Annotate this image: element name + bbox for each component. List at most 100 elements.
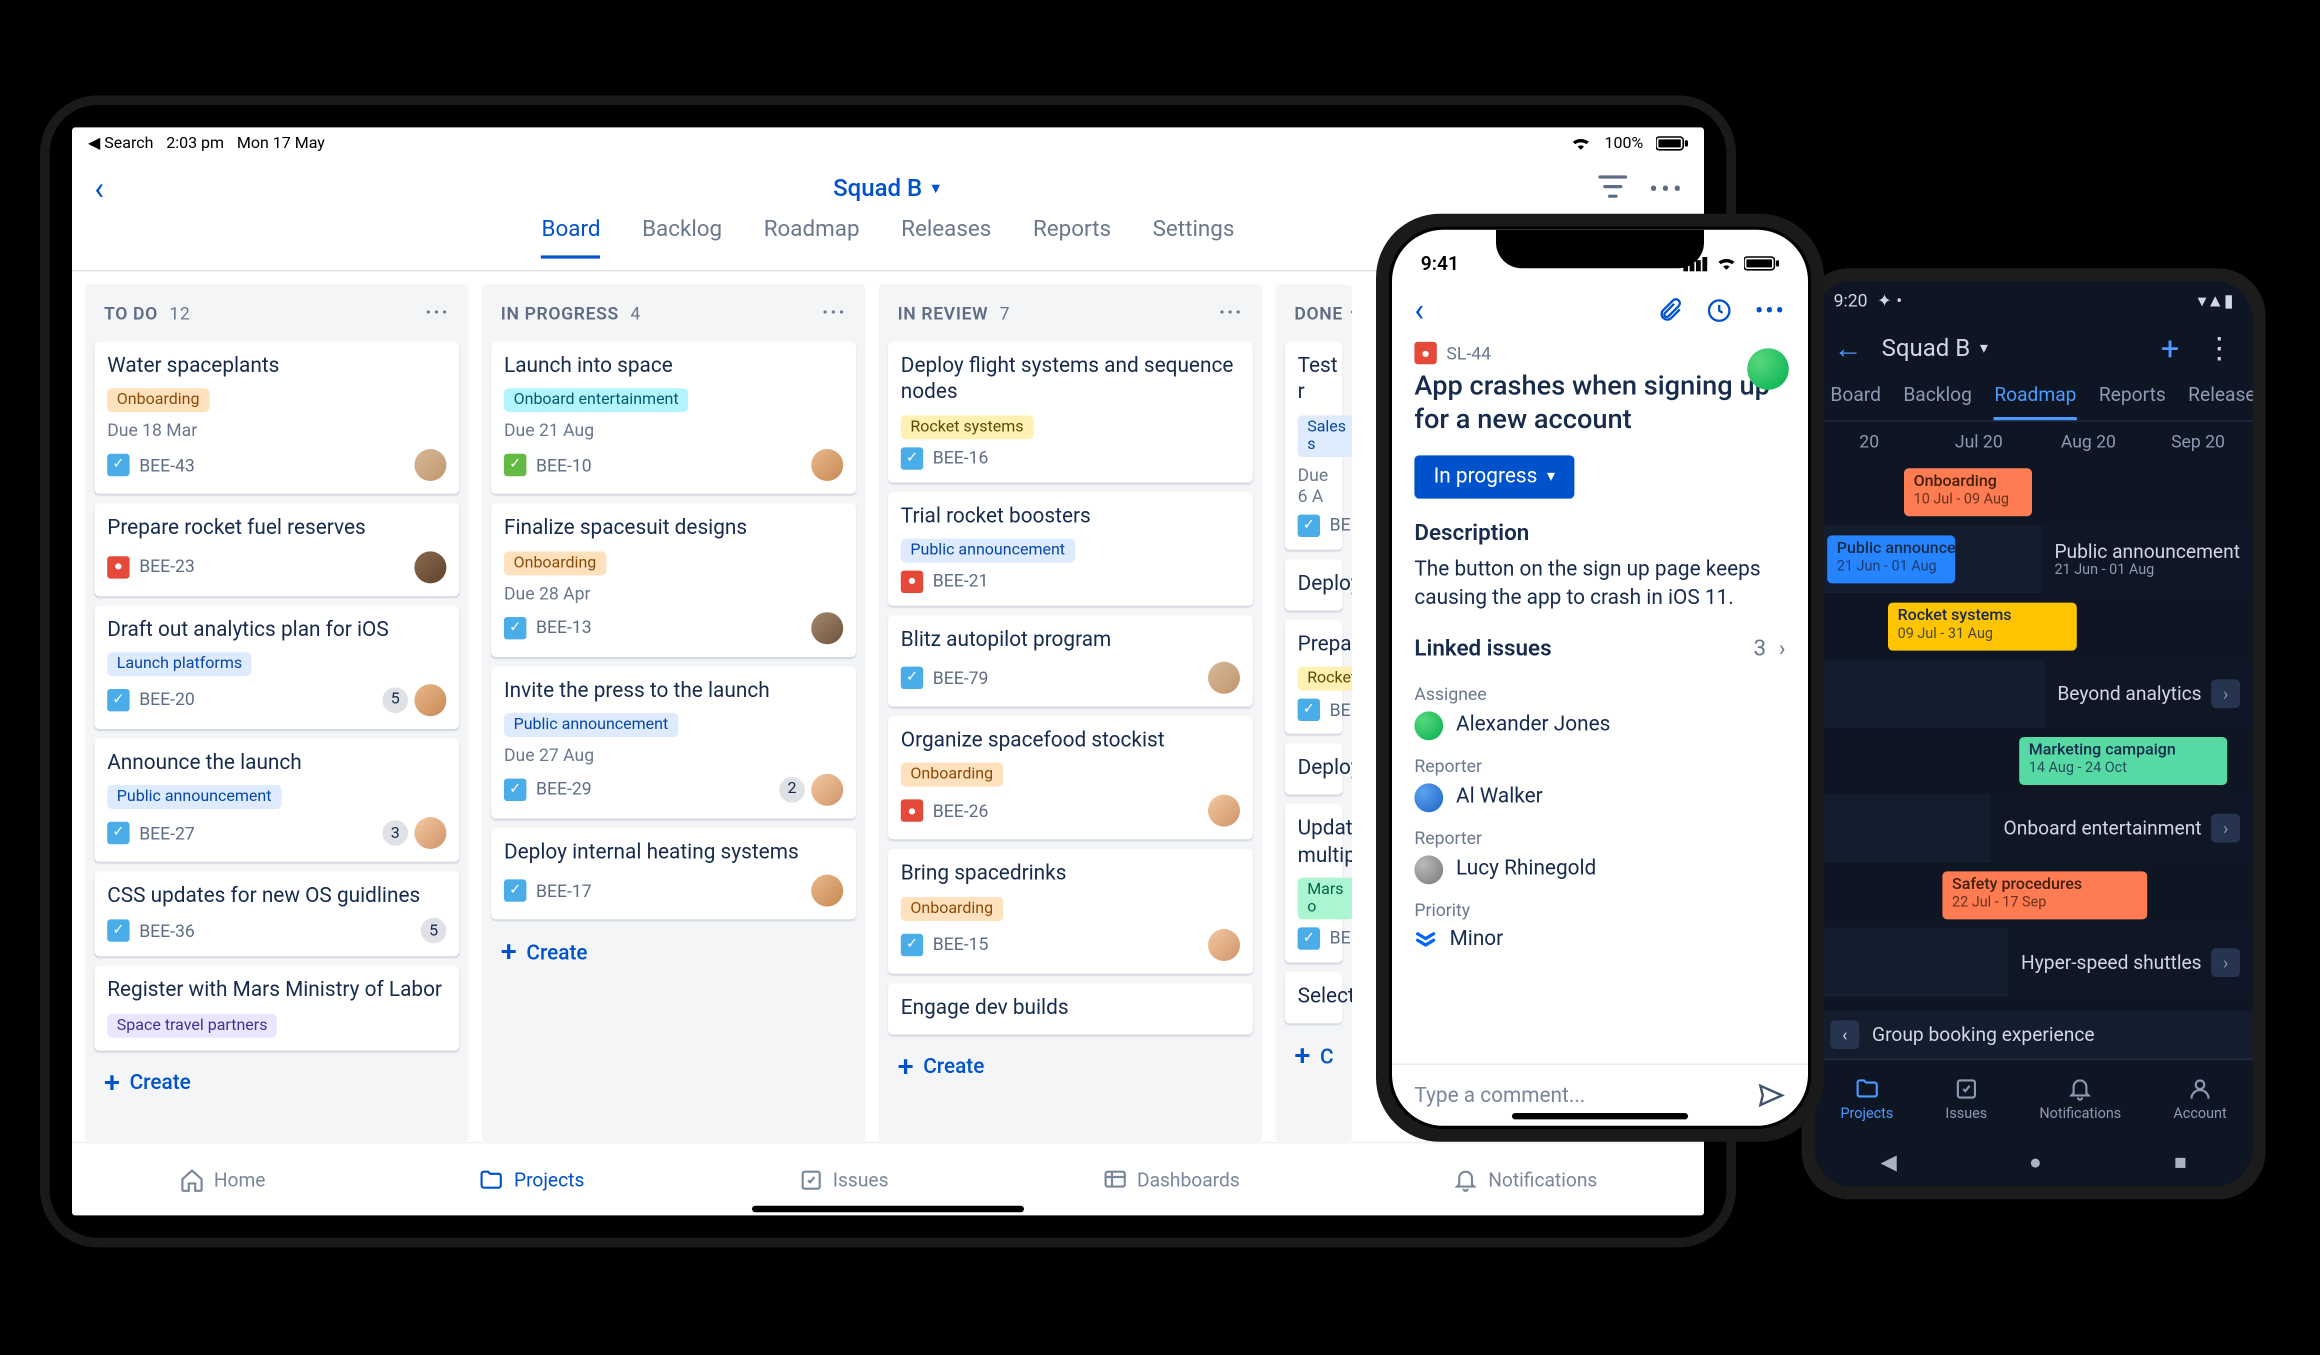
tab-backlog[interactable]: Backlog	[1903, 383, 1972, 420]
card[interactable]: PrepaRocket✓BEE	[1285, 620, 1343, 734]
card[interactable]: Updat multipMars o✓BEE	[1285, 805, 1343, 963]
priority-value[interactable]: Minor	[1414, 927, 1785, 951]
comment-input[interactable]: Type a comment...	[1414, 1083, 1585, 1107]
home-indicator	[752, 1206, 1024, 1212]
back-to-app[interactable]: ◀ Search	[88, 135, 153, 153]
column-menu-icon[interactable]: ···	[822, 300, 846, 326]
nav-issues[interactable]: Issues	[1945, 1076, 1987, 1122]
column-menu-icon[interactable]: ···	[425, 300, 449, 326]
back-button[interactable]: ←	[1834, 331, 1863, 365]
send-icon[interactable]	[1757, 1081, 1786, 1110]
row-expand[interactable]: Onboard entertainment›	[1991, 795, 2253, 862]
create-button[interactable]: +Create	[491, 929, 856, 977]
card[interactable]: Trial rocket boostersPublic announcement…	[888, 491, 1253, 605]
field-value[interactable]: Al Walker	[1414, 783, 1785, 812]
more-icon[interactable]: •••	[1649, 173, 1685, 203]
epic-bar[interactable]: Rocket systems09 Jul - 31 Aug	[1888, 603, 2077, 651]
field-value[interactable]: Alexander Jones	[1414, 711, 1785, 740]
roadmap-timeline[interactable]: Onboarding10 Jul - 09 Aug Public announce…	[1814, 459, 2252, 1011]
card[interactable]: Blitz autopilot program✓BEE-79	[888, 615, 1253, 707]
tab-roadmap[interactable]: Roadmap	[1994, 383, 2076, 420]
field-value[interactable]: Lucy Rhinegold	[1414, 855, 1785, 884]
timeline-row[interactable]: Onboard entertainment›	[1814, 795, 2252, 862]
issue-type-icon: ✓	[504, 616, 526, 638]
nav-projects[interactable]: Projects	[1840, 1076, 1893, 1122]
tab-backlog[interactable]: Backlog	[642, 217, 722, 255]
card[interactable]: Launch into spaceOnboard entertainmentDu…	[491, 342, 856, 494]
status-dropdown[interactable]: In progress▾	[1414, 455, 1574, 498]
nav-recent[interactable]: ■	[2174, 1150, 2187, 1176]
card[interactable]: Announce the launchPublic announcement✓B…	[94, 738, 459, 862]
create-button[interactable]: +Create	[888, 1044, 1253, 1092]
issue-type-icon: ✓	[504, 778, 526, 800]
timeline-row[interactable]: Rocket systems09 Jul - 31 Aug	[1814, 593, 2252, 660]
tab-settings[interactable]: Settings	[1153, 217, 1235, 255]
linked-issues-row[interactable]: Linked issues 3›	[1414, 636, 1785, 662]
tab-releases[interactable]: Releases	[2188, 383, 2253, 420]
card[interactable]: Invite the press to the launchPublic ann…	[491, 666, 856, 818]
nav-home[interactable]: Home	[179, 1167, 266, 1193]
card[interactable]: Draft out analytics plan for iOSLaunch p…	[94, 605, 459, 729]
add-button[interactable]: +	[2161, 329, 2179, 367]
column-menu-icon[interactable]: ···	[1349, 300, 1352, 326]
column-menu-icon[interactable]: ···	[1219, 300, 1243, 326]
nav-issues[interactable]: Issues	[798, 1167, 889, 1193]
more-icon[interactable]: •••	[1755, 295, 1786, 325]
row-expand[interactable]: Hyper-speed shuttles›	[2008, 929, 2253, 996]
watch-icon[interactable]	[1705, 296, 1732, 323]
attachment-icon[interactable]	[1656, 296, 1683, 323]
nav-account[interactable]: Account	[2173, 1076, 2226, 1122]
row-expand[interactable]: Beyond analytics›	[2045, 660, 2253, 727]
issue-type-icon: ✓	[107, 689, 129, 711]
card[interactable]: Water spaceplantsOnboardingDue 18 Mar✓BE…	[94, 342, 459, 494]
nav-notifications[interactable]: Notifications	[2039, 1076, 2121, 1122]
epic-bar[interactable]: Safety procedures22 Jul - 17 Sep	[1942, 871, 2147, 919]
tab-board[interactable]: Board	[542, 217, 601, 259]
timeline-row[interactable]: Marketing campaign14 Aug - 24 Oct	[1814, 727, 2252, 794]
epic-bar[interactable]: Marketing campaign14 Aug - 24 Oct	[2019, 737, 2227, 785]
tab-roadmap[interactable]: Roadmap	[764, 217, 860, 255]
more-icon[interactable]: ⋮	[2205, 331, 2234, 365]
epic-bar[interactable]: Onboarding10 Jul - 09 Aug	[1904, 468, 2032, 516]
project-picker[interactable]: Squad B▼	[833, 174, 943, 203]
timeline-footer-row[interactable]: ‹ Group booking experience	[1814, 1011, 2252, 1059]
card[interactable]: Deploy	[1285, 559, 1343, 611]
card[interactable]: Prepare rocket fuel reserves●BEE-23	[94, 504, 459, 596]
nav-home[interactable]: ●	[2029, 1150, 2042, 1176]
nav-back[interactable]: ◀	[1881, 1151, 1897, 1175]
description-text[interactable]: The button on the sign up page keeps cau…	[1414, 555, 1785, 613]
nav-notifications[interactable]: Notifications	[1453, 1167, 1597, 1193]
create-button[interactable]: +C	[1285, 1033, 1343, 1081]
avatar	[1414, 711, 1443, 740]
chevron-left-icon[interactable]: ‹	[1830, 1020, 1859, 1049]
back-button[interactable]: ‹	[72, 169, 126, 207]
card[interactable]: Finalize spacesuit designsOnboardingDue …	[491, 504, 856, 656]
card[interactable]: Engage dev builds	[888, 983, 1253, 1035]
nav-dashboards[interactable]: Dashboards	[1102, 1167, 1240, 1193]
tab-releases[interactable]: Releases	[901, 217, 991, 255]
card[interactable]: Test rSales sDue 6 A✓BEE	[1285, 342, 1343, 549]
filter-icon[interactable]	[1598, 173, 1627, 203]
card[interactable]: Bring spacedrinksOnboarding✓BEE-15	[888, 849, 1253, 973]
tab-reports[interactable]: Reports	[1033, 217, 1111, 255]
card[interactable]: Organize spacefood stockistOnboarding●BE…	[888, 716, 1253, 840]
timeline-row[interactable]: Beyond analytics›	[1814, 660, 2252, 727]
field-label: Reporter	[1414, 828, 1785, 849]
timeline-row[interactable]: Public announcement21 Jun - 01 AugPublic…	[1814, 526, 2252, 593]
project-picker[interactable]: Squad B▾	[1882, 334, 1988, 363]
card[interactable]: Deploy internal heating systems✓BEE-17	[491, 828, 856, 920]
card[interactable]: Register with Mars Ministry of LaborSpac…	[94, 966, 459, 1050]
create-button[interactable]: +Create	[94, 1059, 459, 1107]
nav-projects[interactable]: Projects	[479, 1167, 585, 1193]
card[interactable]: Deploy flight systems and sequence nodes…	[888, 342, 1253, 482]
timeline-row[interactable]: Safety procedures22 Jul - 17 Sep	[1814, 862, 2252, 929]
back-button[interactable]: ‹	[1414, 291, 1424, 329]
epic-bar[interactable]: Public announcement21 Jun - 01 Aug	[1827, 535, 1955, 583]
card[interactable]: Deploy	[1285, 743, 1343, 795]
timeline-row[interactable]: Onboarding10 Jul - 09 Aug	[1814, 459, 2252, 526]
timeline-row[interactable]: Hyper-speed shuttles›	[1814, 929, 2252, 996]
tab-board[interactable]: Board	[1830, 383, 1881, 420]
card[interactable]: CSS updates for new OS guidlines✓BEE-365	[94, 871, 459, 956]
card[interactable]: Select	[1285, 972, 1343, 1024]
tab-reports[interactable]: Reports	[2099, 383, 2166, 420]
